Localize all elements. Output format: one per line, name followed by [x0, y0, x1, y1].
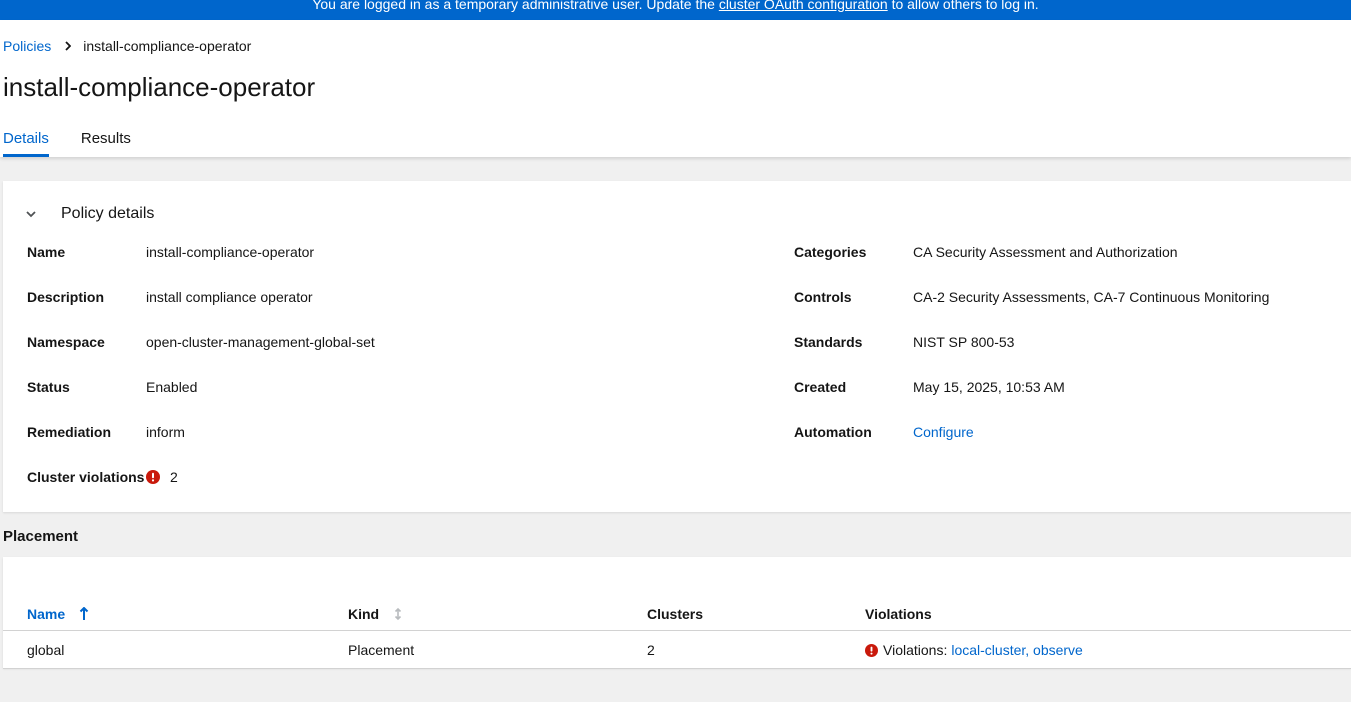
exclamation-circle-icon [865, 643, 878, 657]
detail-standards: Standards NIST SP 800-53 [794, 331, 1269, 376]
cell-name: global [27, 642, 65, 658]
detail-term: Categories [794, 244, 867, 260]
detail-term: Standards [794, 334, 863, 350]
detail-term: Cluster violations [27, 469, 145, 485]
detail-automation: Automation Configure [794, 421, 1269, 466]
breadcrumb: Policies install-compliance-operator [3, 38, 251, 54]
admin-banner: You are logged in as a temporary adminis… [0, 0, 1351, 20]
placement-table: Name Kind Clusters Violations global Pla… [3, 557, 1351, 669]
exclamation-circle-icon [146, 470, 160, 484]
column-header-name[interactable]: Name [27, 603, 89, 625]
cluster-oauth-link[interactable]: cluster OAuth configuration [719, 0, 888, 12]
violations-clusters-link[interactable]: local-cluster, observe [951, 642, 1083, 658]
column-header-clusters: Clusters [647, 606, 704, 622]
detail-remediation: Remediation inform [27, 421, 375, 466]
banner-text-before: You are logged in as a temporary adminis… [312, 0, 719, 12]
breadcrumb-policies-link[interactable]: Policies [3, 38, 51, 54]
detail-term: Description [27, 289, 105, 305]
tab-details[interactable]: Details [3, 124, 49, 157]
column-header-label: Kind [348, 606, 380, 622]
policy-details-title: Policy details [61, 205, 155, 222]
detail-value: CA-2 Security Assessments, CA-7 Continuo… [913, 289, 1270, 305]
configure-automation-link[interactable]: Configure [913, 421, 974, 443]
detail-value: inform [146, 424, 185, 440]
detail-term: Remediation [27, 424, 112, 440]
policy-details-toggle[interactable]: Policy details [25, 205, 154, 223]
detail-value: install-compliance-operator [146, 244, 315, 260]
detail-value: Enabled [146, 379, 198, 395]
chevron-down-icon [26, 211, 36, 218]
page-header: Policies install-compliance-operator ins… [0, 20, 1351, 157]
tab-results[interactable]: Results [81, 124, 131, 157]
sort-ascending-icon [79, 607, 89, 620]
detail-value: NIST SP 800-53 [913, 334, 1015, 350]
detail-value-wrap: 2 [146, 466, 178, 488]
detail-status: Status Enabled [27, 376, 375, 421]
page-title: install-compliance-operator [3, 72, 316, 102]
detail-value: May 15, 2025, 10:53 AM [913, 379, 1065, 395]
detail-created: Created May 15, 2025, 10:53 AM [794, 376, 1269, 421]
detail-description: Description install compliance operator [27, 286, 375, 331]
detail-value: install compliance operator [146, 289, 313, 305]
violations-label: Violations: [883, 642, 948, 658]
table-row: global Placement 2 Violations: local-clu… [3, 631, 1351, 669]
sort-icon [395, 607, 402, 621]
detail-term: Name [27, 244, 66, 260]
detail-name: Name install-compliance-operator [27, 241, 375, 286]
chevron-right-icon [65, 41, 72, 51]
detail-term: Status [27, 379, 70, 395]
cell-clusters: 2 [647, 642, 655, 658]
details-left-column: Name install-compliance-operator Descrip… [27, 241, 375, 511]
column-header-violations: Violations [865, 606, 932, 622]
cluster-violations-count: 2 [170, 469, 178, 485]
detail-value: CA Security Assessment and Authorization [913, 244, 1178, 260]
cell-violations: Violations: local-cluster, observe [865, 639, 1083, 661]
breadcrumb-current: install-compliance-operator [83, 38, 252, 54]
banner-text-after: to allow others to log in. [887, 0, 1039, 12]
detail-value: open-cluster-management-global-set [146, 334, 375, 350]
detail-term: Created [794, 379, 847, 395]
detail-cluster-violations: Cluster violations 2 [27, 466, 375, 511]
detail-categories: Categories CA Security Assessment and Au… [794, 241, 1269, 286]
policy-details-card: Policy details Name install-compliance-o… [3, 181, 1351, 512]
detail-namespace: Namespace open-cluster-management-global… [27, 331, 375, 376]
placement-section-title: Placement [3, 528, 79, 545]
detail-term: Automation [794, 424, 872, 440]
tabs: Details Results [3, 124, 163, 157]
column-header-label: Name [27, 606, 66, 622]
detail-term: Namespace [27, 334, 105, 350]
table-header-row: Name Kind Clusters Violations [3, 603, 1351, 631]
detail-controls: Controls CA-2 Security Assessments, CA-7… [794, 286, 1269, 331]
details-right-column: Categories CA Security Assessment and Au… [794, 241, 1269, 466]
detail-term: Controls [794, 289, 852, 305]
cell-kind: Placement [348, 642, 415, 658]
column-header-kind[interactable]: Kind [348, 603, 403, 625]
